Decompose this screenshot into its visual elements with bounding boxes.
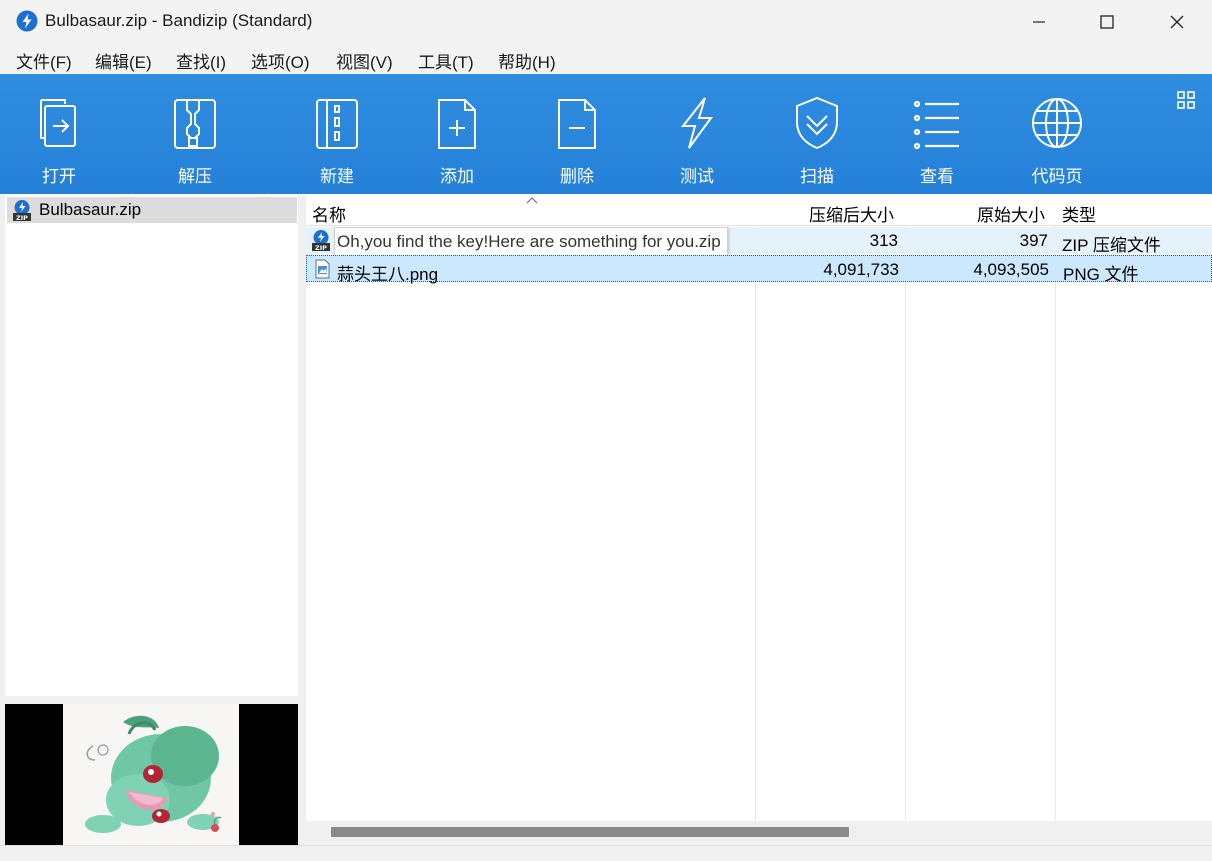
menu-tools[interactable]: 工具(T) (418, 48, 474, 73)
file-name-tooltip: Oh,you find the key!Here are something f… (334, 227, 728, 256)
new-archive-icon (316, 99, 358, 149)
original-size: 397 (1019, 231, 1048, 250)
close-button[interactable] (1142, 0, 1212, 43)
file-list-panel: 名称 压缩后大小 原始大小 类型 ZIP Oh,you find the key… (306, 195, 1212, 821)
column-header-original-size[interactable]: 原始大小 (977, 201, 1045, 226)
new-archive-label: 新建 (320, 167, 354, 186)
menu-options[interactable]: 选项(O) (251, 48, 310, 73)
add-file-icon (438, 99, 476, 149)
scrollbar-thumb[interactable] (331, 827, 849, 837)
file-type: PNG 文件 (1063, 265, 1139, 284)
column-header-type[interactable]: 类型 (1062, 201, 1096, 226)
test-label: 测试 (680, 167, 714, 186)
scan-label: 扫描 (800, 167, 834, 186)
open-button[interactable]: 打开 (4, 74, 114, 194)
menu-edit[interactable]: 编辑(E) (95, 48, 152, 73)
test-button[interactable]: 测试 (642, 74, 752, 194)
panel-splitter[interactable] (298, 195, 306, 845)
window-title: Bulbasaur.zip - Bandizip (Standard) (45, 11, 313, 30)
extract-button[interactable]: 解压 (140, 74, 250, 194)
view-button[interactable]: 查看 (882, 74, 992, 194)
view-list-icon (913, 100, 959, 150)
minimize-button[interactable] (1004, 0, 1074, 43)
tree-item-root[interactable]: ZIP Bulbasaur.zip (7, 197, 297, 223)
horizontal-scrollbar[interactable] (306, 821, 1212, 845)
minimize-icon (1033, 20, 1045, 23)
view-label: 查看 (920, 167, 954, 186)
image-preview (5, 704, 298, 845)
open-icon (40, 99, 76, 147)
svg-text:ZIP: ZIP (16, 214, 28, 221)
menu-file[interactable]: 文件(F) (16, 48, 72, 73)
menu-bar: 文件(F) 编辑(E) 查找(I) 选项(O) 视图(V) 工具(T) 帮助(H… (0, 43, 1212, 74)
maximize-icon (1100, 14, 1114, 29)
bulbasaur-illustration (63, 704, 239, 845)
column-header-packed-size[interactable]: 压缩后大小 (809, 201, 894, 226)
tree-item-label: Bulbasaur.zip (39, 200, 142, 219)
codepage-button[interactable]: 代码页 (1002, 74, 1112, 194)
bulbasaur-thumbnail (63, 704, 239, 845)
test-lightning-icon (680, 97, 713, 149)
toolbar: 打开 解压 新建 添加 删除 测试 扫描 查看 代码页 (0, 74, 1212, 201)
menu-help[interactable]: 帮助(H) (498, 48, 556, 73)
file-name: 蒜头王八.png (337, 265, 439, 284)
zip-archive-icon: ZIP (13, 200, 31, 221)
column-separator (1055, 195, 1056, 821)
bandizip-logo-icon (16, 10, 38, 32)
zip-file-icon: ZIP (312, 230, 330, 251)
scan-shield-icon (796, 96, 838, 150)
codepage-globe-icon (1032, 98, 1082, 148)
delete-label: 删除 (560, 167, 594, 186)
delete-button[interactable]: 删除 (522, 74, 632, 194)
original-size: 4,093,505 (973, 260, 1049, 279)
title-bar: Bulbasaur.zip - Bandizip (Standard) (0, 0, 1212, 43)
close-icon (1170, 15, 1184, 28)
list-header: 名称 压缩后大小 原始大小 类型 (306, 195, 1212, 226)
packed-size: 4,091,733 (823, 260, 899, 279)
preview-splitter[interactable] (5, 696, 298, 704)
open-label: 打开 (42, 167, 76, 186)
status-bar (0, 845, 1212, 861)
sort-ascending-icon (526, 197, 538, 204)
menu-find[interactable]: 查找(I) (176, 48, 226, 73)
scan-button[interactable]: 扫描 (762, 74, 872, 194)
add-label: 添加 (440, 167, 474, 186)
layout-grid-icon[interactable] (1176, 90, 1196, 110)
column-separator (905, 195, 906, 821)
column-separator (755, 195, 756, 821)
packed-size: 313 (869, 231, 898, 250)
file-type: ZIP 压缩文件 (1062, 236, 1161, 255)
menu-view[interactable]: 视图(V) (336, 48, 393, 73)
delete-file-icon (558, 99, 596, 149)
folder-tree-panel: ZIP Bulbasaur.zip (5, 195, 298, 696)
svg-text:ZIP: ZIP (315, 244, 327, 251)
maximize-button[interactable] (1072, 0, 1142, 43)
table-row[interactable]: ZIP Oh,you find the key!Here are somethi… (306, 227, 1212, 256)
column-header-name[interactable]: 名称 (312, 201, 346, 226)
table-row[interactable]: 蒜头王八.png 4,091,733 4,093,505 PNG 文件 (306, 255, 1212, 284)
extract-icon (174, 99, 216, 149)
png-file-icon (315, 259, 330, 279)
extract-label: 解压 (178, 167, 212, 186)
add-button[interactable]: 添加 (402, 74, 512, 194)
codepage-label: 代码页 (1031, 167, 1083, 186)
new-archive-button[interactable]: 新建 (282, 74, 392, 194)
